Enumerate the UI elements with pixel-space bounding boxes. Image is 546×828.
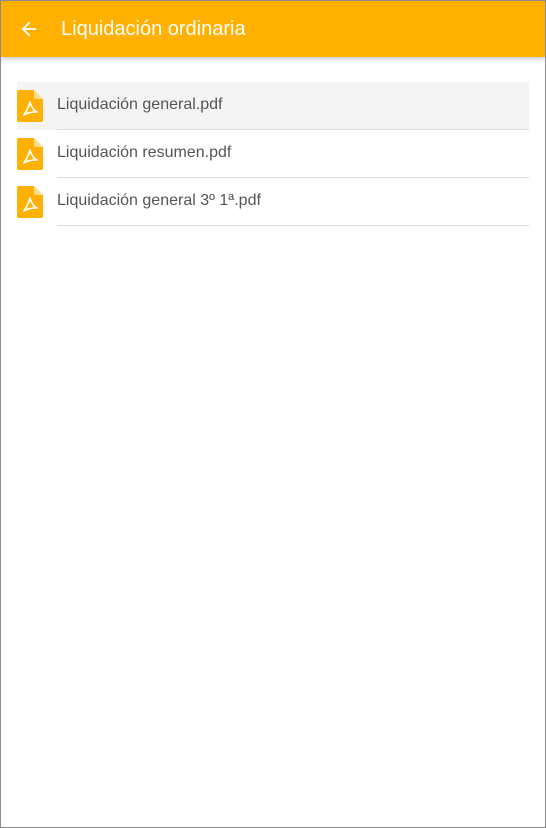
pdf-file-icon bbox=[17, 90, 43, 122]
file-name: Liquidación general.pdf bbox=[57, 96, 223, 113]
file-list: Liquidación general.pdf Liquidación resu… bbox=[17, 82, 529, 226]
file-name: Liquidación resumen.pdf bbox=[57, 144, 232, 161]
app-window: Liquidación ordinaria Liquidación genera… bbox=[0, 0, 546, 828]
file-item[interactable]: Liquidación general 3º 1ª.pdf bbox=[17, 178, 529, 226]
pdf-file-icon bbox=[17, 138, 43, 170]
divider bbox=[57, 225, 529, 226]
arrow-left-icon bbox=[21, 21, 37, 37]
pdf-file-icon bbox=[17, 186, 43, 218]
file-item[interactable]: Liquidación resumen.pdf bbox=[17, 130, 529, 178]
page-title: Liquidación ordinaria bbox=[61, 18, 246, 40]
app-bar: Liquidación ordinaria bbox=[1, 1, 545, 57]
file-item[interactable]: Liquidación general.pdf bbox=[17, 82, 529, 130]
back-button[interactable] bbox=[13, 13, 45, 45]
file-name: Liquidación general 3º 1ª.pdf bbox=[57, 192, 261, 209]
